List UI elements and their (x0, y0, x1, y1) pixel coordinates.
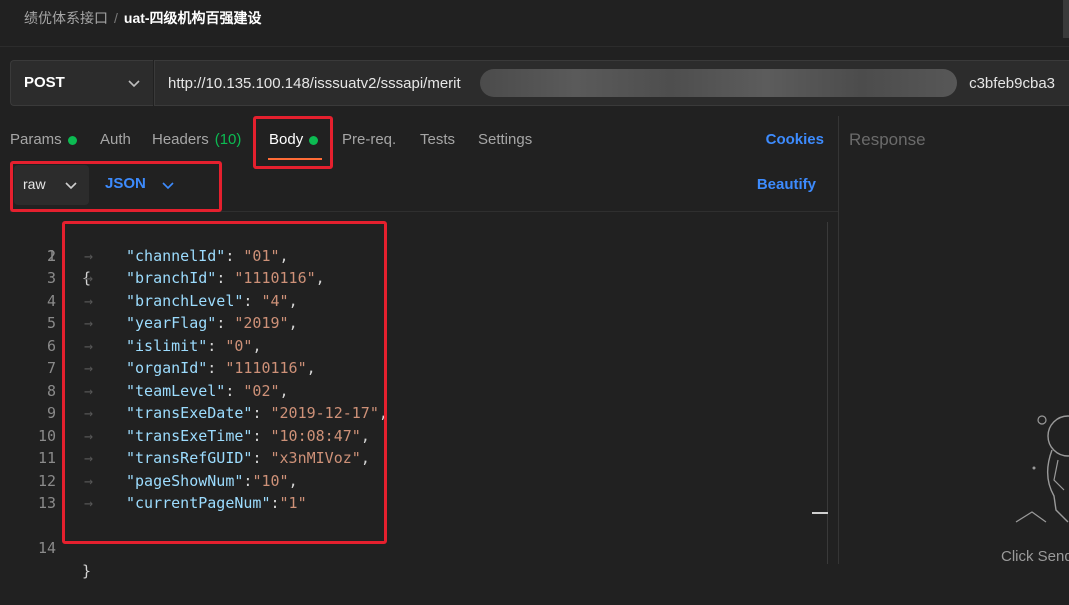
method-select[interactable]: POST (10, 60, 153, 106)
response-empty-hint: Click Send (1001, 548, 1069, 565)
close-brace: } (82, 561, 92, 580)
line-number: 4 (46, 291, 56, 310)
highlight-box-body-mode (10, 161, 222, 212)
line-number: 9 (46, 404, 56, 422)
tab-tests[interactable]: Tests (420, 129, 455, 151)
tab-label: Params (10, 131, 62, 148)
breadcrumb: 绩优体系接口 / uat-四级机构百强建设 (24, 8, 262, 28)
line-number: 3 (46, 269, 56, 287)
tab-label: Auth (100, 131, 131, 148)
tab-label: Tests (420, 131, 456, 148)
tab-auth[interactable]: Auth (100, 129, 131, 151)
tab-label: Pre-req. (342, 131, 397, 148)
headers-count-badge: (10) (214, 131, 242, 148)
astronaut-illustration-icon (1015, 415, 1069, 523)
breadcrumb-separator: / (114, 10, 118, 26)
tab-headers[interactable]: Headers (10) (152, 129, 241, 151)
tab-label: Settings (478, 131, 533, 148)
line-number: 7 (46, 359, 56, 377)
line-number: 12 (37, 471, 56, 490)
method-label: POST (24, 74, 65, 91)
line-number: 11 (37, 449, 56, 467)
url-input[interactable]: http://10.135.100.148/isssuatv2/sssapi/m… (154, 60, 1069, 106)
highlight-box-body-tab (253, 116, 333, 169)
highlight-box-json-body (62, 221, 387, 544)
tab-settings[interactable]: Settings (478, 129, 532, 151)
line-number: 13 (37, 494, 56, 512)
line-number: 10 (37, 426, 56, 445)
url-redacted-blur (480, 69, 957, 97)
cookies-link[interactable]: Cookies (766, 129, 824, 151)
tab-params[interactable]: Params (10, 129, 77, 151)
editor-scroll-marker (812, 512, 828, 514)
pane-divider[interactable] (838, 116, 839, 564)
breadcrumb-collection[interactable]: 绩优体系接口 (24, 8, 108, 28)
beautify-button[interactable]: Beautify (757, 176, 816, 193)
line-number: 5 (46, 314, 56, 332)
url-text-start: http://10.135.100.148/isssuatv2/sssapi/m… (168, 75, 461, 92)
status-dot-icon (67, 135, 77, 145)
top-right-button[interactable] (1063, 0, 1069, 38)
request-name[interactable]: uat-四级机构百强建设 (124, 8, 262, 28)
tab-pre-request[interactable]: Pre-req. (342, 129, 396, 151)
line-number: 14 (37, 539, 56, 557)
url-text-end: c3bfeb9cba3 (969, 75, 1055, 92)
line-number: 2 (46, 246, 56, 265)
tab-label: Headers (152, 131, 209, 148)
header-divider (0, 46, 1069, 47)
chevron-down-icon (128, 80, 140, 88)
response-heading: Response (849, 130, 926, 149)
line-number: 6 (46, 336, 56, 355)
line-number: 8 (46, 381, 56, 400)
